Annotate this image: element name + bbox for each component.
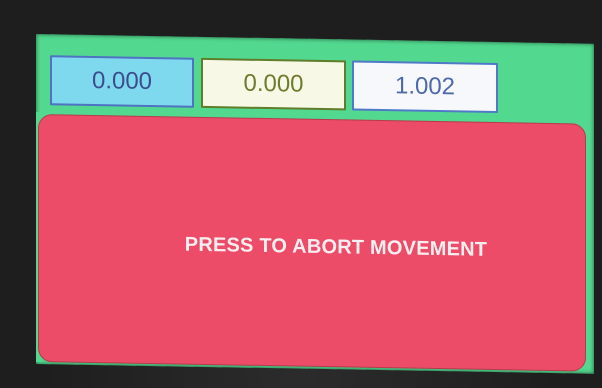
abort-movement-button[interactable]: PRESS TO ABORT MOVEMENT (38, 114, 586, 372)
touch-screen: 0.000 0.000 1.002 PRESS TO ABORT MOVEMEN… (36, 34, 594, 374)
y-coordinate-display: 0.000 (201, 57, 346, 111)
z-coordinate-value: 1.002 (394, 72, 456, 101)
y-coordinate-value: 0.000 (243, 69, 304, 98)
x-coordinate-value: 0.000 (91, 66, 153, 96)
device-photo: 0.000 0.000 1.002 PRESS TO ABORT MOVEMEN… (0, 0, 602, 388)
abort-button-label: PRESS TO ABORT MOVEMENT (184, 233, 488, 261)
z-coordinate-display: 1.002 (352, 60, 498, 114)
x-coordinate-display: 0.000 (50, 55, 194, 108)
